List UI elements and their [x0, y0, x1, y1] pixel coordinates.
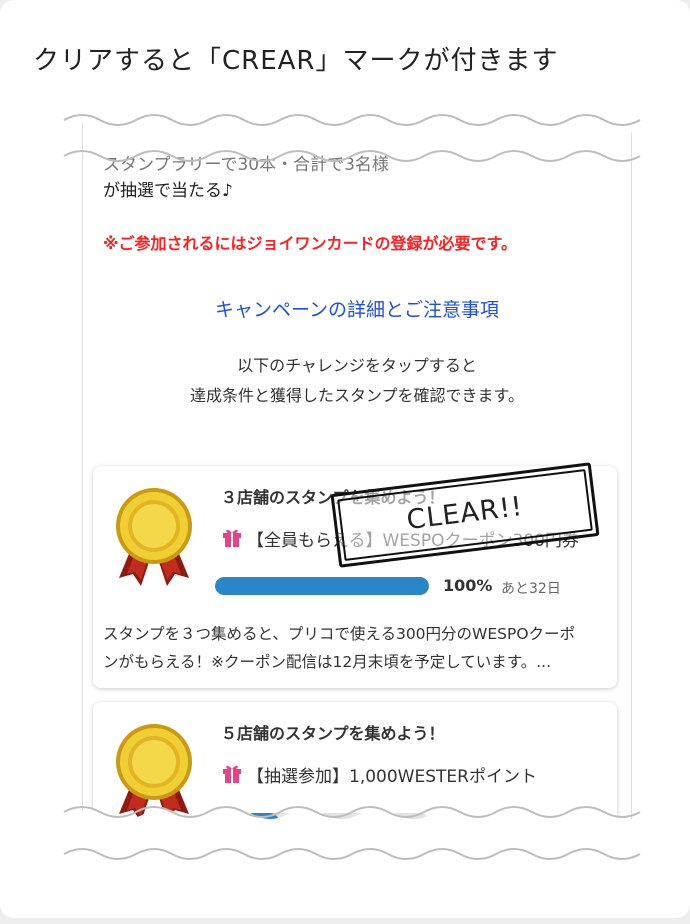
gift-icon — [223, 529, 241, 547]
instruction-line-1: 以下のチャレンジをタップすると — [237, 356, 477, 375]
description-line: ンがもらえる！※クーポン配信は12月末頃を予定しています。... — [103, 653, 552, 671]
instruction-line-2: 達成条件と獲得したスタンプを確認できます。 — [190, 386, 524, 405]
headline: クリアすると「CREAR」マークが付きます — [33, 46, 559, 76]
gold-medal-icon — [116, 488, 192, 586]
challenge-title: ５店舗のスタンプを集めよう！ — [221, 724, 445, 743]
description-line: スタンプを３つ集めると、プリコで使える300円分のWESPOクーポ — [103, 625, 576, 643]
progress-percent: 100% — [443, 576, 493, 595]
days-remaining: あと32日 — [501, 581, 561, 597]
reward-label: 【抽選参加】1,000WESTERポイント — [247, 767, 537, 787]
gift-icon — [223, 765, 241, 783]
explanation-card: クリアすると「CREAR」マークが付きます スタンプラリーで30本・合計で3名様… — [0, 0, 690, 918]
progress-bar — [215, 577, 429, 595]
torn-edge-bottom — [0, 806, 690, 870]
campaign-details-link[interactable]: キャンペーンの詳細とご注意事項 — [83, 295, 631, 322]
progress-fill — [215, 577, 429, 595]
registration-warning: ※ご参加されるにはジョイワンカードの登録が必要です。 — [103, 234, 517, 253]
torn-edge-top — [0, 108, 690, 162]
intro-text: が抽選で当たる♪ — [103, 181, 233, 201]
challenge-description: スタンプを３つ集めると、プリコで使える300円分のWESPOクーポ ンがもらえる… — [103, 620, 607, 676]
